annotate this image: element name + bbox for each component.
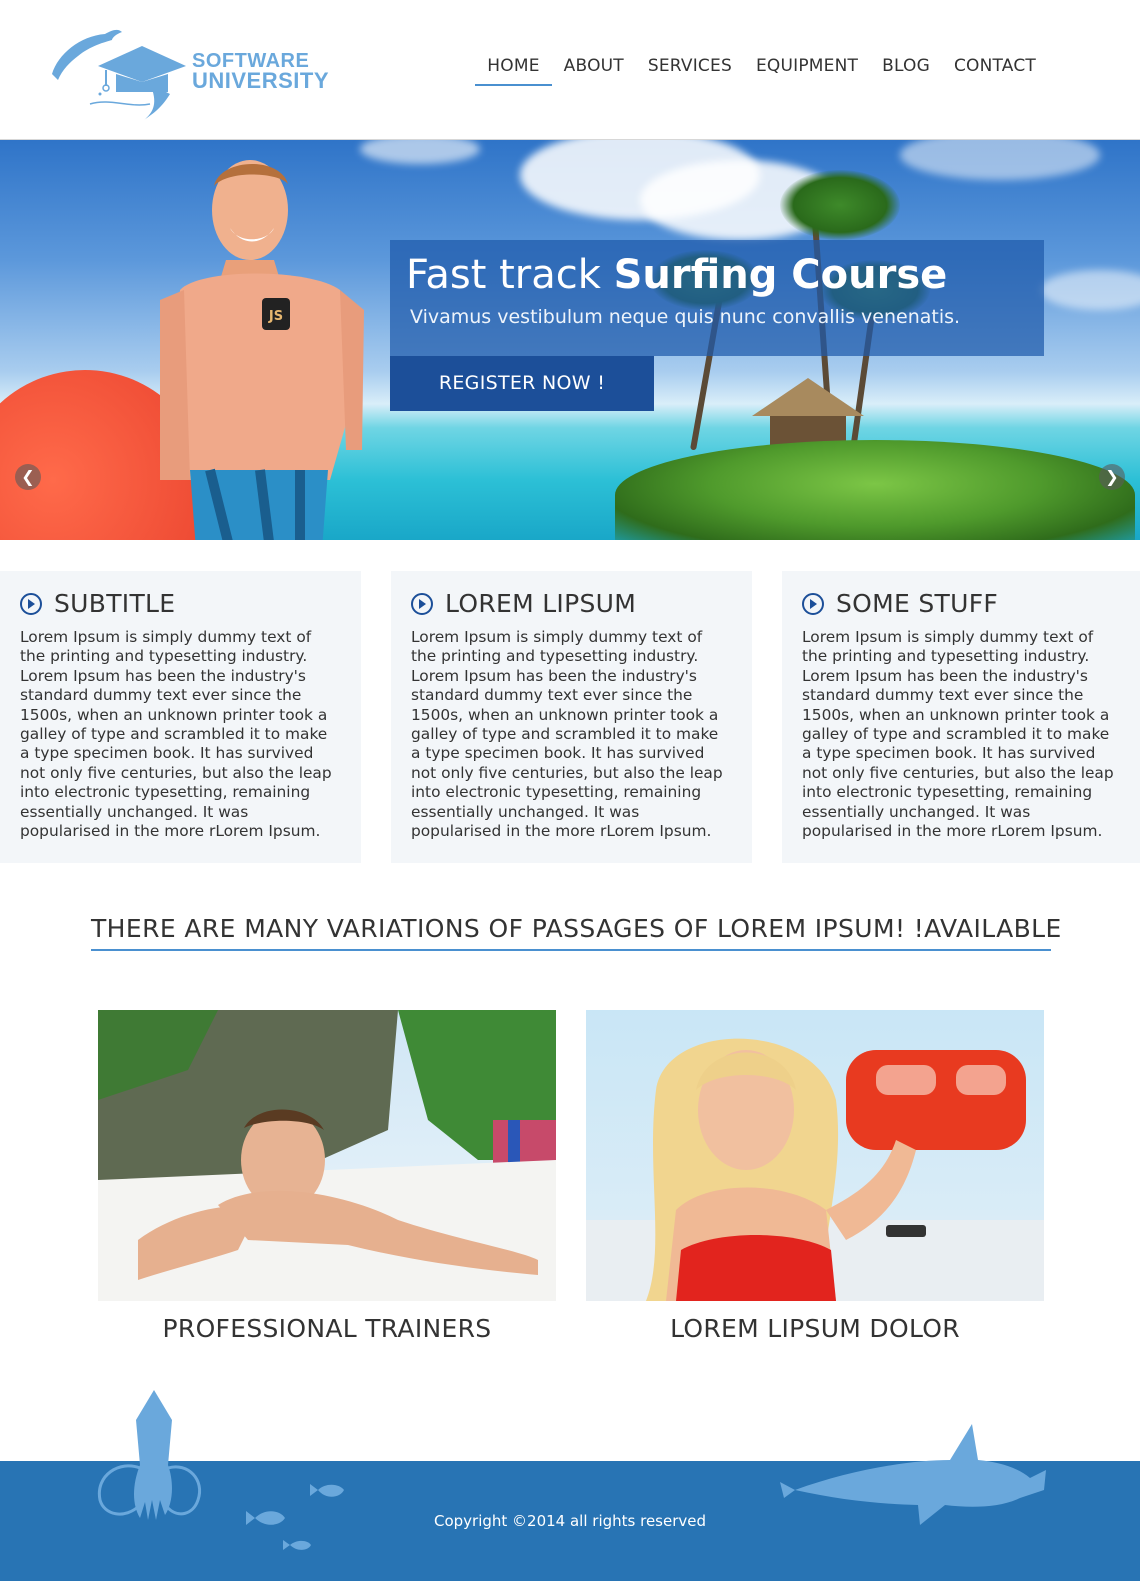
- logo-text: SOFTWARE UNIVERSITY: [192, 51, 330, 93]
- circle-arrow-right-icon: [20, 592, 42, 615]
- card-lorem-lipsum-dolor[interactable]: LOREM LIPSUM DOLOR: [586, 1010, 1044, 1343]
- nav-item-blog[interactable]: BLOG: [870, 56, 942, 86]
- nav-item-equipment[interactable]: EQUIPMENT: [744, 56, 870, 86]
- nav-item-home[interactable]: HOME: [475, 56, 552, 86]
- feature-box-some-stuff: SOME STUFF Lorem Ipsum is simply dummy t…: [782, 571, 1140, 863]
- lifeguard-photo: [586, 1010, 1044, 1301]
- register-now-button[interactable]: REGISTER NOW !: [390, 356, 654, 411]
- features-row: SUBTITLE Lorem Ipsum is simply dummy tex…: [0, 571, 1140, 863]
- hero-title-light: Fast track: [406, 252, 614, 298]
- feature-title: SOME STUFF: [802, 589, 1123, 618]
- feature-title: LOREM LIPSUM: [411, 589, 732, 618]
- nav-item-services[interactable]: SERVICES: [636, 56, 744, 86]
- feature-title-text: SUBTITLE: [54, 589, 176, 618]
- feature-text: Lorem Ipsum is simply dummy text of the …: [802, 628, 1114, 841]
- js-tattoo: JS: [268, 309, 283, 324]
- hero-title-bold: Surfing Course: [613, 252, 948, 298]
- feature-text: Lorem Ipsum is simply dummy text of the …: [20, 628, 332, 841]
- nav-item-about[interactable]: ABOUT: [552, 56, 636, 86]
- card-professional-trainers[interactable]: PROFESSIONAL TRAINERS: [98, 1010, 556, 1343]
- slider-next-button[interactable]: ❯: [1099, 464, 1125, 490]
- feature-title-text: SOME STUFF: [836, 589, 999, 618]
- card-caption: LOREM LIPSUM DOLOR: [670, 1314, 960, 1343]
- copyright-text: Copyright ©2014 all rights reserved: [433, 1512, 707, 1530]
- feature-title-text: LOREM LIPSUM: [445, 589, 637, 618]
- card-caption: PROFESSIONAL TRAINERS: [162, 1314, 492, 1343]
- circle-arrow-right-icon: [411, 592, 433, 615]
- logo-line-2: UNIVERSITY: [192, 68, 330, 93]
- feature-box-subtitle: SUBTITLE Lorem Ipsum is simply dummy tex…: [0, 571, 361, 863]
- section-heading: THERE ARE MANY VARIATIONS OF PASSAGES OF…: [91, 914, 1061, 951]
- nav-item-contact[interactable]: CONTACT: [942, 56, 1048, 86]
- software-university-logo[interactable]: SOFTWARE UNIVERSITY: [50, 24, 360, 124]
- feature-box-lorem-lipsum: LOREM LIPSUM Lorem Ipsum is simply dummy…: [391, 571, 752, 863]
- feature-text: Lorem Ipsum is simply dummy text of the …: [411, 628, 723, 841]
- slider-prev-button[interactable]: ❮: [15, 464, 41, 490]
- hero-title: Fast track Surfing Course: [406, 252, 947, 298]
- main-nav: HOME ABOUT SERVICES EQUIPMENT BLOG CONTA…: [475, 56, 1048, 86]
- circle-arrow-right-icon: [802, 592, 824, 615]
- trainer-beach-photo: [98, 1010, 556, 1301]
- feature-title: SUBTITLE: [20, 589, 341, 618]
- site-header: SOFTWARE UNIVERSITY HOME ABOUT SERVICES …: [0, 0, 1140, 140]
- hero-caption-box: Fast track Surfing Course Vivamus vestib…: [390, 240, 1044, 356]
- chevron-right-icon: ❯: [1105, 467, 1119, 486]
- surfer-figure: JS: [160, 160, 364, 540]
- hero-subtitle: Vivamus vestibulum neque quis nunc conva…: [410, 306, 961, 328]
- chevron-left-icon: ❮: [21, 467, 35, 486]
